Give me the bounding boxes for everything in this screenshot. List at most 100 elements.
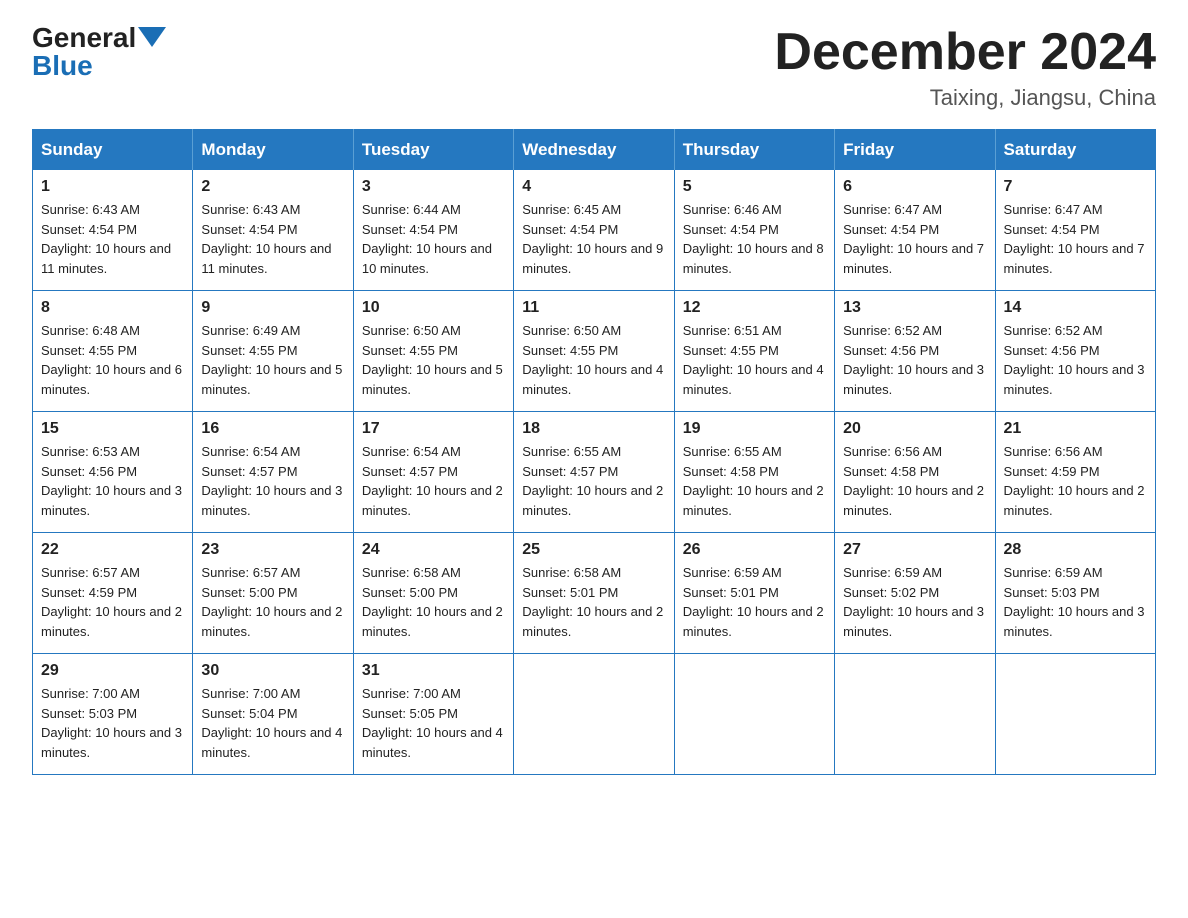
weekday-header-monday: Monday [193,130,353,171]
title-block: December 2024 Taixing, Jiangsu, China [774,24,1156,111]
day-info: Sunrise: 6:59 AMSunset: 5:03 PMDaylight:… [1004,565,1145,639]
day-number: 18 [522,420,665,438]
weekday-header-sunday: Sunday [33,130,193,171]
calendar-cell [514,654,674,775]
calendar-cell: 13 Sunrise: 6:52 AMSunset: 4:56 PMDaylig… [835,291,995,412]
day-number: 4 [522,178,665,196]
day-number: 6 [843,178,986,196]
day-info: Sunrise: 6:54 AMSunset: 4:57 PMDaylight:… [362,444,503,518]
day-info: Sunrise: 6:52 AMSunset: 4:56 PMDaylight:… [1004,323,1145,397]
calendar-cell: 16 Sunrise: 6:54 AMSunset: 4:57 PMDaylig… [193,412,353,533]
day-number: 1 [41,178,184,196]
day-number: 22 [41,541,184,559]
calendar-cell: 6 Sunrise: 6:47 AMSunset: 4:54 PMDayligh… [835,170,995,291]
calendar-cell: 18 Sunrise: 6:55 AMSunset: 4:57 PMDaylig… [514,412,674,533]
day-info: Sunrise: 6:51 AMSunset: 4:55 PMDaylight:… [683,323,824,397]
calendar-cell: 12 Sunrise: 6:51 AMSunset: 4:55 PMDaylig… [674,291,834,412]
day-info: Sunrise: 6:50 AMSunset: 4:55 PMDaylight:… [362,323,503,397]
day-info: Sunrise: 6:55 AMSunset: 4:57 PMDaylight:… [522,444,663,518]
day-number: 5 [683,178,826,196]
calendar-cell [995,654,1155,775]
day-number: 7 [1004,178,1147,196]
calendar-cell: 27 Sunrise: 6:59 AMSunset: 5:02 PMDaylig… [835,533,995,654]
logo-blue-text: Blue [32,52,93,80]
day-number: 19 [683,420,826,438]
calendar-cell: 4 Sunrise: 6:45 AMSunset: 4:54 PMDayligh… [514,170,674,291]
calendar-cell: 23 Sunrise: 6:57 AMSunset: 5:00 PMDaylig… [193,533,353,654]
day-info: Sunrise: 6:46 AMSunset: 4:54 PMDaylight:… [683,202,824,276]
weekday-header-saturday: Saturday [995,130,1155,171]
day-info: Sunrise: 6:53 AMSunset: 4:56 PMDaylight:… [41,444,182,518]
calendar-cell: 25 Sunrise: 6:58 AMSunset: 5:01 PMDaylig… [514,533,674,654]
logo-general-text: General [32,24,136,52]
month-title: December 2024 [774,24,1156,81]
calendar-week-row: 15 Sunrise: 6:53 AMSunset: 4:56 PMDaylig… [33,412,1156,533]
day-number: 9 [201,299,344,317]
day-number: 15 [41,420,184,438]
day-number: 30 [201,662,344,680]
day-number: 26 [683,541,826,559]
day-number: 31 [362,662,505,680]
day-info: Sunrise: 7:00 AMSunset: 5:05 PMDaylight:… [362,686,503,760]
day-number: 2 [201,178,344,196]
day-info: Sunrise: 6:49 AMSunset: 4:55 PMDaylight:… [201,323,342,397]
logo-triangle-icon [138,27,166,47]
calendar-cell: 22 Sunrise: 6:57 AMSunset: 4:59 PMDaylig… [33,533,193,654]
day-info: Sunrise: 6:56 AMSunset: 4:58 PMDaylight:… [843,444,984,518]
weekday-header-tuesday: Tuesday [353,130,513,171]
day-number: 12 [683,299,826,317]
day-info: Sunrise: 6:55 AMSunset: 4:58 PMDaylight:… [683,444,824,518]
calendar-cell: 5 Sunrise: 6:46 AMSunset: 4:54 PMDayligh… [674,170,834,291]
calendar-cell: 11 Sunrise: 6:50 AMSunset: 4:55 PMDaylig… [514,291,674,412]
calendar-cell [835,654,995,775]
calendar-cell: 20 Sunrise: 6:56 AMSunset: 4:58 PMDaylig… [835,412,995,533]
logo: General Blue [32,24,166,80]
day-info: Sunrise: 6:44 AMSunset: 4:54 PMDaylight:… [362,202,492,276]
calendar-cell: 2 Sunrise: 6:43 AMSunset: 4:54 PMDayligh… [193,170,353,291]
day-number: 10 [362,299,505,317]
calendar-cell [674,654,834,775]
day-info: Sunrise: 6:47 AMSunset: 4:54 PMDaylight:… [1004,202,1145,276]
page-header: General Blue December 2024 Taixing, Jian… [32,24,1156,111]
calendar-cell: 1 Sunrise: 6:43 AMSunset: 4:54 PMDayligh… [33,170,193,291]
calendar-cell: 26 Sunrise: 6:59 AMSunset: 5:01 PMDaylig… [674,533,834,654]
day-number: 21 [1004,420,1147,438]
day-info: Sunrise: 6:45 AMSunset: 4:54 PMDaylight:… [522,202,663,276]
calendar-week-row: 8 Sunrise: 6:48 AMSunset: 4:55 PMDayligh… [33,291,1156,412]
calendar-cell: 31 Sunrise: 7:00 AMSunset: 5:05 PMDaylig… [353,654,513,775]
location-title: Taixing, Jiangsu, China [774,85,1156,111]
calendar-cell: 21 Sunrise: 6:56 AMSunset: 4:59 PMDaylig… [995,412,1155,533]
day-number: 14 [1004,299,1147,317]
day-info: Sunrise: 6:50 AMSunset: 4:55 PMDaylight:… [522,323,663,397]
day-info: Sunrise: 6:58 AMSunset: 5:01 PMDaylight:… [522,565,663,639]
day-info: Sunrise: 6:56 AMSunset: 4:59 PMDaylight:… [1004,444,1145,518]
day-number: 25 [522,541,665,559]
calendar-cell: 9 Sunrise: 6:49 AMSunset: 4:55 PMDayligh… [193,291,353,412]
day-number: 13 [843,299,986,317]
calendar-cell: 28 Sunrise: 6:59 AMSunset: 5:03 PMDaylig… [995,533,1155,654]
day-number: 17 [362,420,505,438]
day-info: Sunrise: 6:43 AMSunset: 4:54 PMDaylight:… [41,202,171,276]
day-info: Sunrise: 7:00 AMSunset: 5:03 PMDaylight:… [41,686,182,760]
day-number: 27 [843,541,986,559]
day-number: 23 [201,541,344,559]
calendar-cell: 29 Sunrise: 7:00 AMSunset: 5:03 PMDaylig… [33,654,193,775]
calendar-cell: 3 Sunrise: 6:44 AMSunset: 4:54 PMDayligh… [353,170,513,291]
calendar-cell: 10 Sunrise: 6:50 AMSunset: 4:55 PMDaylig… [353,291,513,412]
weekday-header-friday: Friday [835,130,995,171]
calendar-cell: 24 Sunrise: 6:58 AMSunset: 5:00 PMDaylig… [353,533,513,654]
day-info: Sunrise: 6:59 AMSunset: 5:02 PMDaylight:… [843,565,984,639]
calendar-table: SundayMondayTuesdayWednesdayThursdayFrid… [32,129,1156,775]
calendar-cell: 30 Sunrise: 7:00 AMSunset: 5:04 PMDaylig… [193,654,353,775]
day-number: 20 [843,420,986,438]
day-info: Sunrise: 6:59 AMSunset: 5:01 PMDaylight:… [683,565,824,639]
day-info: Sunrise: 6:54 AMSunset: 4:57 PMDaylight:… [201,444,342,518]
day-number: 8 [41,299,184,317]
calendar-cell: 17 Sunrise: 6:54 AMSunset: 4:57 PMDaylig… [353,412,513,533]
calendar-cell: 14 Sunrise: 6:52 AMSunset: 4:56 PMDaylig… [995,291,1155,412]
day-number: 28 [1004,541,1147,559]
day-info: Sunrise: 6:47 AMSunset: 4:54 PMDaylight:… [843,202,984,276]
calendar-cell: 7 Sunrise: 6:47 AMSunset: 4:54 PMDayligh… [995,170,1155,291]
day-number: 24 [362,541,505,559]
day-info: Sunrise: 6:52 AMSunset: 4:56 PMDaylight:… [843,323,984,397]
